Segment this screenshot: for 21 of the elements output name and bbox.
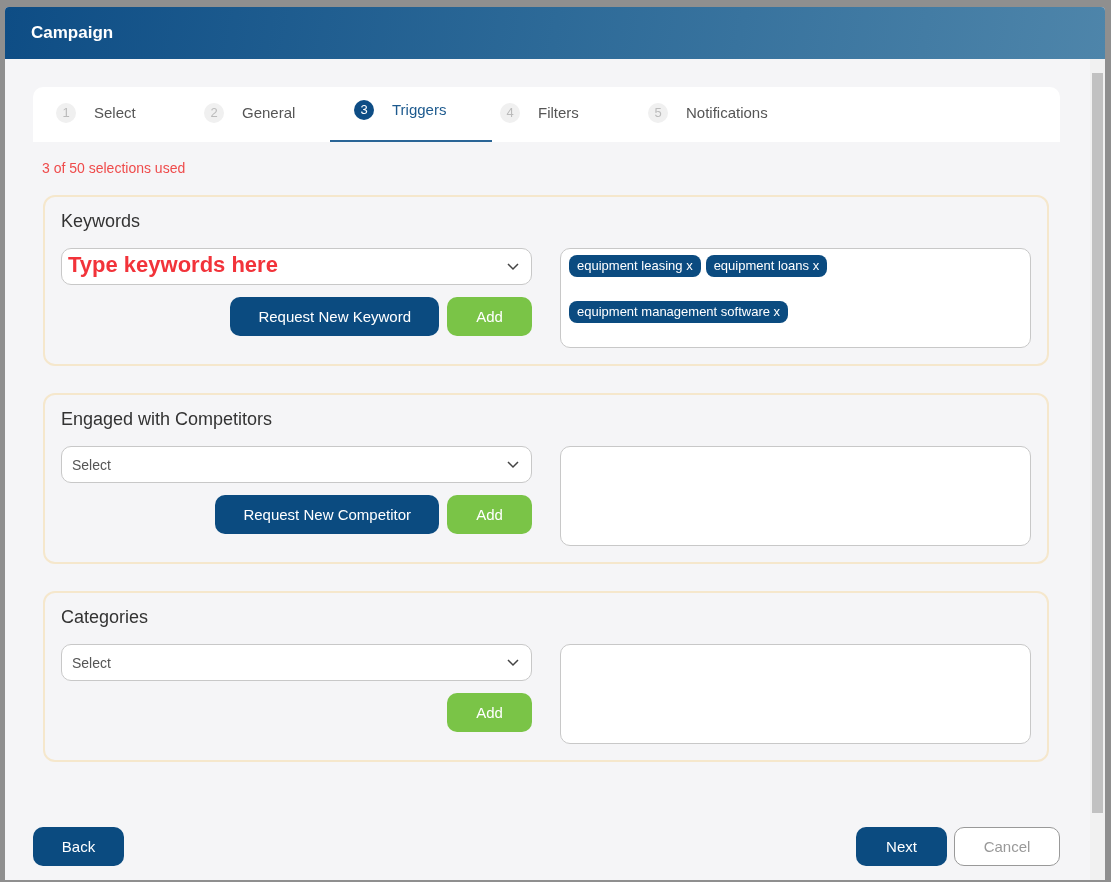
section-title: Categories (61, 607, 150, 628)
select-field[interactable]: Type keywords here (61, 248, 532, 285)
scrollbar[interactable] (1090, 59, 1105, 880)
back-button[interactable]: Back (33, 827, 124, 866)
next-button[interactable]: Next (856, 827, 947, 866)
window-title: Campaign (31, 23, 114, 43)
select-field[interactable]: Select (61, 446, 532, 483)
keyword-tag[interactable]: equipment leasing x (569, 255, 701, 277)
chevron-down-icon (507, 460, 519, 469)
keyword-tag[interactable]: equipment management software x (569, 301, 789, 323)
section-title: Engaged with Competitors (61, 409, 274, 430)
request-button[interactable]: Request New Competitor (215, 495, 439, 534)
usage-note: 3 of 50 selections used (42, 160, 187, 176)
chevron-down-icon (507, 262, 519, 271)
select-field[interactable]: Select (61, 644, 532, 681)
request-button[interactable]: Request New Keyword (230, 297, 439, 336)
annotation-label: Type keywords here (68, 252, 278, 278)
section-title: Keywords (61, 211, 142, 232)
chevron-down-icon (507, 658, 519, 667)
step-tab[interactable]: 3 Triggers (330, 87, 492, 142)
keyword-tag[interactable]: equipment loans x (705, 255, 828, 277)
